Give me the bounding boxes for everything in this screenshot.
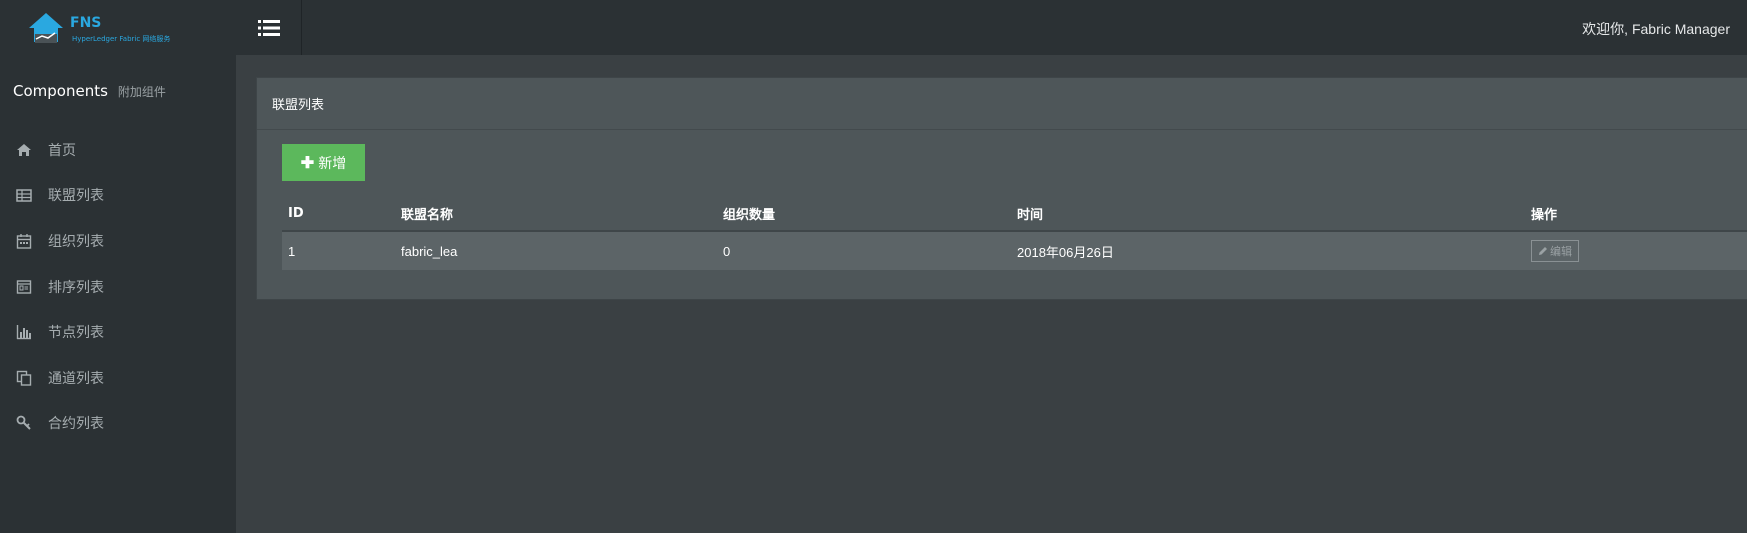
table-icon <box>15 187 33 203</box>
sidebar-item-label: 节点列表 <box>48 325 104 342</box>
copy-icon <box>15 370 33 386</box>
add-button-label: 新增 <box>318 154 347 171</box>
sidebar-item-orderer-list[interactable]: 排序列表 <box>0 264 236 310</box>
column-header-id: ID <box>288 205 304 221</box>
sidebar-item-channel-list[interactable]: 通道列表 <box>0 355 236 401</box>
cell-time: 2018年06月26日 <box>1017 244 1114 260</box>
add-button[interactable]: ✚ 新增 <box>282 144 365 181</box>
sidebar-item-label: 排序列表 <box>48 279 104 296</box>
cell-action: 编辑 <box>1531 232 1579 270</box>
list-icon <box>257 19 280 36</box>
sidebar-nav: 首页 联盟列表 组织列表 排序列表 节点列表 通道列表 合约列表 <box>0 127 236 446</box>
sidebar-item-label: 合约列表 <box>48 416 104 433</box>
list-box-icon <box>15 279 33 295</box>
home-icon <box>15 142 33 158</box>
column-header-time: 时间 <box>1017 207 1044 223</box>
cell-org-count: 0 <box>723 243 731 259</box>
sidebar-item-label: 组织列表 <box>48 233 104 250</box>
key-icon <box>15 415 33 431</box>
column-header-org-count: 组织数量 <box>723 207 776 223</box>
table-row: 1 fabric_lea 0 2018年06月26日 编辑 <box>282 232 1747 270</box>
sidebar-item-home[interactable]: 首页 <box>0 127 236 173</box>
panel-title: 联盟列表 <box>257 78 1747 130</box>
sidebar-section-title: Components 附加组件 <box>13 82 166 100</box>
edit-button[interactable]: 编辑 <box>1531 240 1579 262</box>
house-logo-icon <box>29 13 63 43</box>
cell-name: fabric_lea <box>401 243 458 259</box>
sidebar-item-label: 通道列表 <box>48 370 104 387</box>
sidebar-toggle-button[interactable] <box>236 0 302 55</box>
calendar-icon <box>15 233 33 249</box>
column-header-action: 操作 <box>1531 207 1558 223</box>
pencil-icon <box>1539 247 1547 255</box>
sidebar-item-label: 首页 <box>48 142 76 159</box>
top-bar: 欢迎你, Fabric Manager <box>236 0 1747 55</box>
sidebar-item-org-list[interactable]: 组织列表 <box>0 218 236 264</box>
sidebar-item-chaincode-list[interactable]: 合约列表 <box>0 401 236 447</box>
sidebar-item-consortium-list[interactable]: 联盟列表 <box>0 173 236 219</box>
sidebar-item-peer-list[interactable]: 节点列表 <box>0 309 236 355</box>
components-addon-label: 附加组件 <box>117 85 166 99</box>
table-header: ID 联盟名称 组织数量 时间 操作 <box>282 196 1747 232</box>
bar-chart-icon <box>15 324 33 340</box>
sidebar-item-label: 联盟列表 <box>48 188 104 205</box>
logo-title: FNS <box>70 15 102 31</box>
edit-button-label: 编辑 <box>1550 246 1572 258</box>
logo[interactable]: FNS HyperLedger Fabric 网络服务 <box>28 12 188 48</box>
logo-subtitle: HyperLedger Fabric 网络服务 <box>72 35 171 43</box>
sidebar: FNS HyperLedger Fabric 网络服务 Components 附加… <box>0 0 236 533</box>
cell-id: 1 <box>288 243 296 259</box>
components-label: Components <box>13 82 108 100</box>
plus-icon: ✚ <box>300 154 315 172</box>
column-header-name: 联盟名称 <box>401 207 454 223</box>
user-welcome[interactable]: 欢迎你, Fabric Manager <box>1582 19 1730 39</box>
consortium-panel: 联盟列表 ✚ 新增 ID 联盟名称 组织数量 时间 操作 1 fabric_le… <box>256 77 1747 300</box>
consortium-table: ID 联盟名称 组织数量 时间 操作 1 fabric_lea 0 2018年0… <box>282 196 1747 270</box>
